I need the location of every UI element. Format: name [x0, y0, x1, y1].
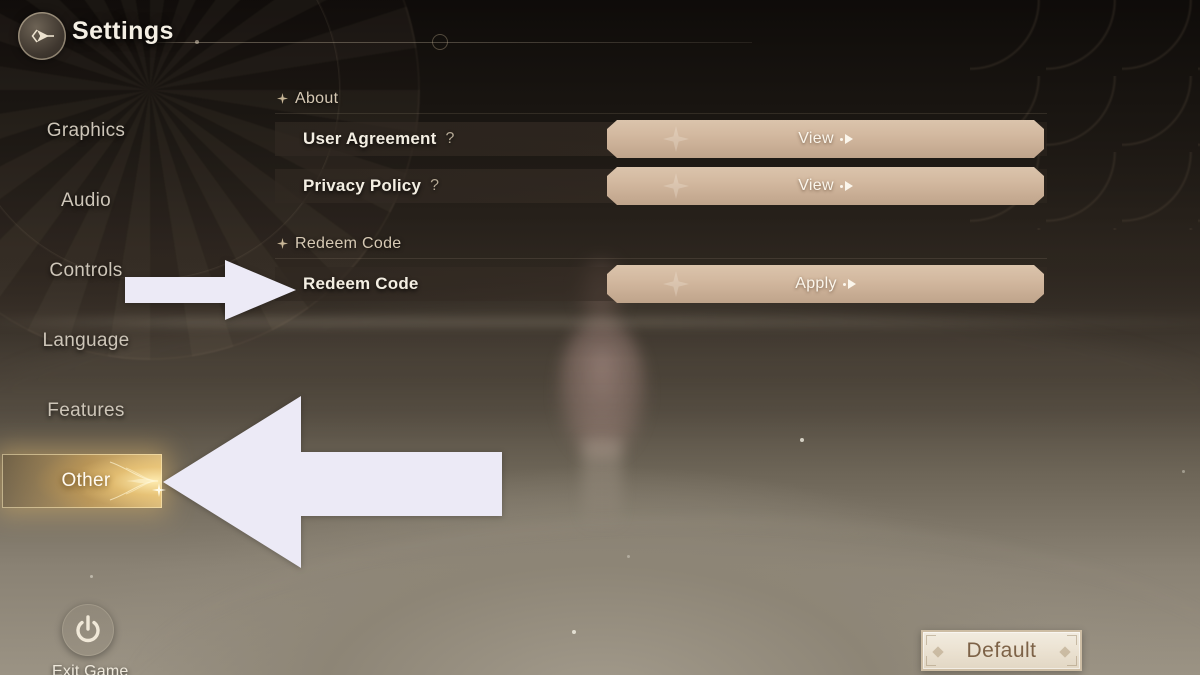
button-label: View: [798, 177, 834, 194]
corner-ornament: [926, 635, 936, 645]
default-button[interactable]: Default: [921, 630, 1082, 671]
dust-particle: [572, 630, 576, 634]
button-star-ornament-icon: [663, 271, 689, 297]
sidebar-item-label: Language: [42, 330, 130, 351]
corner-ornament: [1067, 635, 1077, 645]
section-header-redeem-code: Redeem Code: [275, 229, 1047, 259]
settings-screen: Settings Graphics Audio Controls Languag…: [0, 0, 1200, 675]
compass-arrow-icon: [18, 12, 66, 60]
sidebar-item-other[interactable]: Other: [0, 446, 172, 516]
sidebar-item-label: Controls: [49, 260, 123, 281]
arrow-right-icon: [840, 134, 853, 144]
section-header-about: About: [275, 84, 1047, 114]
view-user-agreement-button[interactable]: View: [607, 120, 1044, 158]
sidebar-item-label: Audio: [60, 190, 112, 211]
sidebar-item-label: Graphics: [46, 120, 126, 141]
page-header: Settings: [0, 0, 1200, 66]
row-label: User Agreement: [303, 129, 437, 148]
apply-redeem-code-button[interactable]: Apply: [607, 265, 1044, 303]
button-label-wrap: Apply: [795, 275, 856, 293]
exit-game-label: Exit Game: [52, 663, 129, 675]
exit-game-button[interactable]: Exit Game: [52, 604, 129, 675]
row-user-agreement: User Agreement ? View: [275, 122, 1047, 156]
annotation-arrow-left: [163, 396, 503, 568]
row-privacy-policy: Privacy Policy ? View: [275, 169, 1047, 203]
button-label-wrap: View: [798, 130, 853, 148]
default-button-label: Default: [966, 638, 1037, 662]
arrow-right-icon: [843, 279, 856, 289]
section-title: About: [295, 89, 339, 107]
button-label: Apply: [795, 275, 837, 292]
row-redeem-code: Redeem Code Apply: [275, 267, 1047, 301]
sidebar-item-graphics[interactable]: Graphics: [0, 96, 172, 166]
sidebar-item-audio[interactable]: Audio: [0, 166, 172, 236]
four-point-star-icon: [277, 238, 288, 249]
header-divider-node: [432, 34, 448, 50]
header-divider-dot: [195, 40, 199, 44]
corner-ornament: [926, 656, 936, 666]
button-star-ornament-icon: [663, 126, 689, 152]
sidebar-item-label: Features: [47, 400, 125, 421]
corner-ornament: [1067, 656, 1077, 666]
four-point-star-icon: [277, 93, 288, 104]
button-star-ornament-icon: [663, 173, 689, 199]
annotation-arrow-right: [125, 260, 297, 320]
dust-particle: [627, 555, 630, 558]
button-label: View: [798, 130, 834, 147]
help-icon[interactable]: ?: [446, 130, 455, 148]
sidebar-item-features[interactable]: Features: [0, 376, 172, 446]
settings-content: About User Agreement ? View Privacy Poli…: [275, 84, 1047, 314]
button-label-wrap: View: [798, 177, 853, 195]
dust-particle: [1182, 470, 1185, 473]
dust-particle: [800, 438, 804, 442]
power-icon: [62, 604, 114, 656]
help-icon[interactable]: ?: [430, 177, 439, 195]
view-privacy-policy-button[interactable]: View: [607, 167, 1044, 205]
section-title: Redeem Code: [295, 234, 402, 252]
dust-particle: [90, 575, 93, 578]
sidebar-item-label: Other: [61, 470, 111, 491]
arrow-right-icon: [840, 181, 853, 191]
header-divider: [152, 42, 752, 43]
background-character-legs: [582, 440, 622, 530]
row-label: Redeem Code: [303, 274, 419, 293]
row-label: Privacy Policy: [303, 176, 422, 195]
